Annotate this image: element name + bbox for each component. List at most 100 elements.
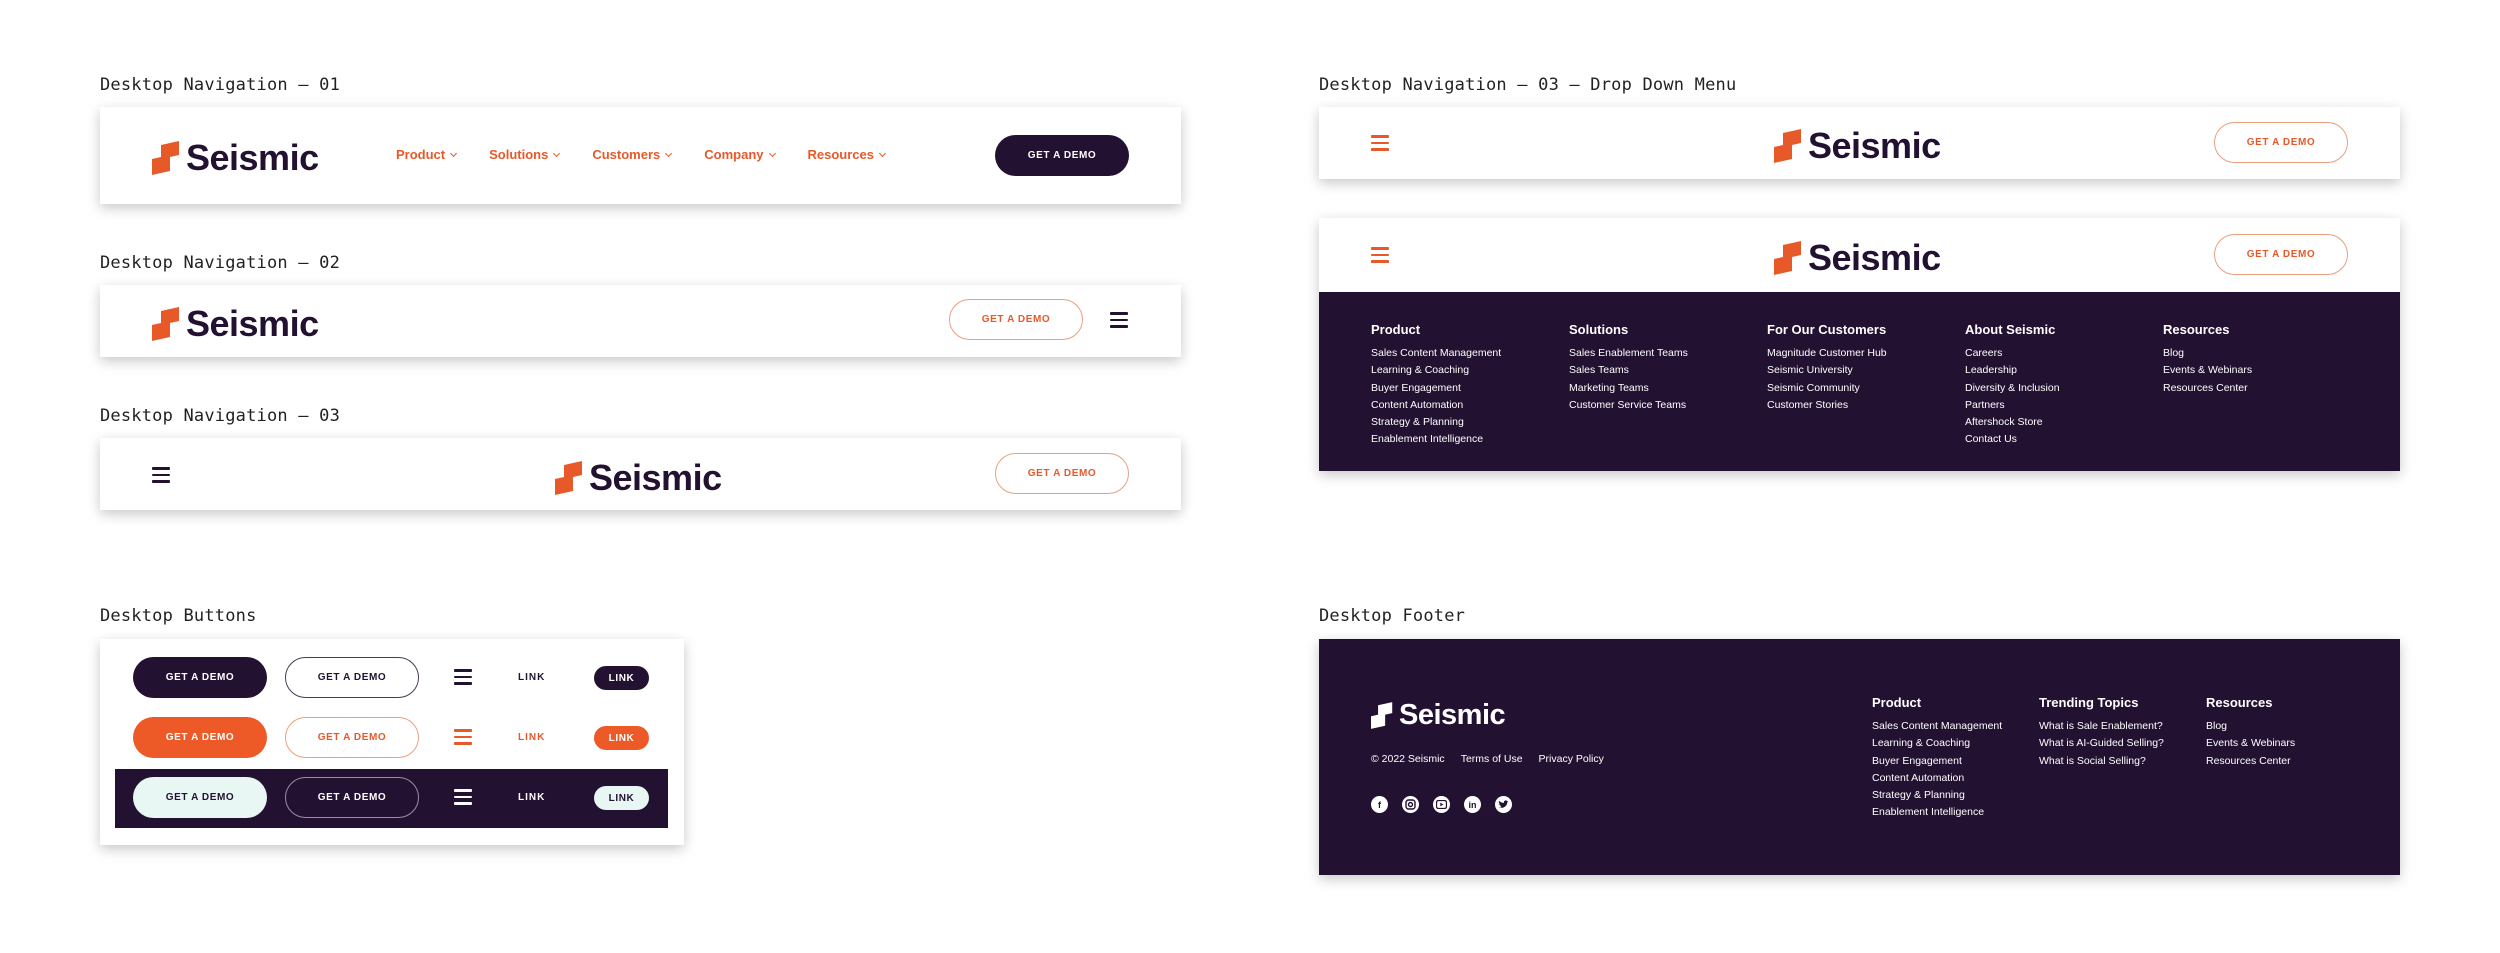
- nav-link-product[interactable]: Product: [396, 147, 458, 162]
- seismic-footer-logo[interactable]: Seismic: [1371, 699, 1506, 732]
- dropdown-link[interactable]: Careers: [1965, 345, 2060, 362]
- dropdown-link[interactable]: Seismic University: [1767, 362, 1887, 379]
- footer-link[interactable]: Blog: [2206, 718, 2295, 735]
- section-label-nav-02: Desktop Navigation – 02: [100, 253, 341, 273]
- dropdown-link[interactable]: Events & Webinars: [2163, 362, 2252, 379]
- social-links: f in: [1371, 796, 1512, 813]
- footer-link[interactable]: Sales Content Management: [1872, 718, 2002, 735]
- link-text[interactable]: LINK: [518, 672, 545, 683]
- seismic-logo[interactable]: Seismic: [152, 137, 319, 179]
- footer-link[interactable]: What is AI-Guided Selling?: [2039, 735, 2164, 752]
- dropdown-link[interactable]: Diversity & Inclusion: [1965, 380, 2060, 397]
- seismic-logo-mark-icon: [1371, 702, 1393, 729]
- dropdown-column-title: Solutions: [1569, 322, 1629, 337]
- hamburger-menu-icon[interactable]: [454, 669, 472, 685]
- dropdown-link[interactable]: Customer Service Teams: [1569, 397, 1688, 414]
- get-a-demo-button-orange[interactable]: GET A DEMO: [133, 717, 267, 758]
- facebook-icon[interactable]: f: [1371, 796, 1388, 813]
- footer-link[interactable]: Events & Webinars: [2206, 735, 2295, 752]
- twitter-icon[interactable]: [1495, 796, 1512, 813]
- get-a-demo-button[interactable]: GET A DEMO: [2214, 234, 2348, 275]
- get-a-demo-button-light[interactable]: GET A DEMO: [133, 777, 267, 818]
- chevron-down-icon: [878, 149, 887, 157]
- seismic-logo[interactable]: Seismic: [1774, 237, 1941, 279]
- dropdown-link[interactable]: Enablement Intelligence: [1371, 431, 1501, 448]
- dropdown-link[interactable]: Buyer Engagement: [1371, 380, 1501, 397]
- dropdown-link[interactable]: Magnitude Customer Hub: [1767, 345, 1887, 362]
- link-pill-light[interactable]: LINK: [594, 786, 649, 810]
- link-pill-dark[interactable]: LINK: [594, 666, 649, 690]
- footer-column-trending-topics: Trending Topics What is Sale Enablement?…: [2039, 695, 2164, 770]
- footer-column-title: Resources: [2206, 695, 2273, 710]
- terms-of-use-link[interactable]: Terms of Use: [1461, 753, 1523, 765]
- footer-link[interactable]: What is Social Selling?: [2039, 753, 2164, 770]
- dropdown-link[interactable]: Strategy & Planning: [1371, 414, 1501, 431]
- hamburger-menu-icon[interactable]: [454, 789, 472, 805]
- hamburger-menu-icon[interactable]: [1371, 135, 1389, 151]
- dropdown-link[interactable]: Leadership: [1965, 362, 2060, 379]
- dropdown-column-title: Product: [1371, 322, 1421, 337]
- get-a-demo-button[interactable]: GET A DEMO: [2214, 122, 2348, 163]
- linkedin-icon[interactable]: in: [1464, 796, 1481, 813]
- section-label-nav-03-dropdown: Desktop Navigation – 03 – Drop Down Menu: [1319, 75, 1737, 95]
- get-a-demo-button[interactable]: GET A DEMO: [995, 135, 1129, 176]
- dropdown-link[interactable]: Sales Content Management: [1371, 345, 1501, 362]
- hamburger-menu-icon[interactable]: [1371, 247, 1389, 263]
- dropdown-link[interactable]: Sales Enablement Teams: [1569, 345, 1688, 362]
- dropdown-link[interactable]: Learning & Coaching: [1371, 362, 1501, 379]
- footer-link[interactable]: Content Automation: [1872, 770, 2002, 787]
- seismic-logo[interactable]: Seismic: [152, 303, 319, 345]
- nav-01-bar: Seismic Product Solutions Customers Comp…: [100, 107, 1181, 204]
- dropdown-link[interactable]: Resources Center: [2163, 380, 2252, 397]
- nav-link-solutions[interactable]: Solutions: [489, 147, 561, 162]
- hamburger-menu-icon[interactable]: [1110, 312, 1128, 328]
- seismic-logo[interactable]: Seismic: [555, 457, 722, 499]
- nav-link-resources[interactable]: Resources: [808, 147, 887, 162]
- nav-02-bar: Seismic GET A DEMO: [100, 285, 1181, 357]
- seismic-logo-wordmark: Seismic: [1399, 699, 1506, 731]
- dropdown-link[interactable]: Sales Teams: [1569, 362, 1688, 379]
- footer-link[interactable]: Resources Center: [2206, 753, 2295, 770]
- footer-link[interactable]: Learning & Coaching: [1872, 735, 2002, 752]
- section-label-nav-03: Desktop Navigation – 03: [100, 406, 341, 426]
- link-text-white[interactable]: LINK: [518, 792, 545, 803]
- nav-link-company[interactable]: Company: [704, 147, 776, 162]
- dropdown-link[interactable]: Customer Stories: [1767, 397, 1887, 414]
- dropdown-link[interactable]: Seismic Community: [1767, 380, 1887, 397]
- link-text-orange[interactable]: LINK: [518, 732, 545, 743]
- seismic-logo-mark-icon: [152, 141, 179, 175]
- get-a-demo-button-outline[interactable]: GET A DEMO: [285, 657, 419, 698]
- youtube-icon[interactable]: [1433, 796, 1450, 813]
- dropdown-link[interactable]: Aftershock Store: [1965, 414, 2060, 431]
- footer-column-title: Product: [1872, 695, 1922, 710]
- buttons-panel: GET A DEMO GET A DEMO LINK LINK GET A DE…: [100, 639, 684, 845]
- seismic-logo-wordmark: Seismic: [186, 137, 319, 178]
- dropdown-link[interactable]: Blog: [2163, 345, 2252, 362]
- footer-legal: © 2022 Seismic Terms of Use Privacy Poli…: [1371, 753, 1604, 765]
- get-a-demo-button-dark[interactable]: GET A DEMO: [133, 657, 267, 698]
- dropdown-link[interactable]: Marketing Teams: [1569, 380, 1688, 397]
- privacy-policy-link[interactable]: Privacy Policy: [1539, 753, 1604, 765]
- dropdown-column-solutions: Solutions Sales Enablement Teams Sales T…: [1569, 322, 1688, 414]
- get-a-demo-button[interactable]: GET A DEMO: [949, 299, 1083, 340]
- dropdown-link[interactable]: Contact Us: [1965, 431, 2060, 448]
- section-label-footer: Desktop Footer: [1319, 606, 1466, 626]
- footer-link[interactable]: Enablement Intelligence: [1872, 804, 2002, 821]
- dropdown-column-title: Resources: [2163, 322, 2230, 337]
- footer-link[interactable]: Strategy & Planning: [1872, 787, 2002, 804]
- footer-link[interactable]: Buyer Engagement: [1872, 753, 2002, 770]
- instagram-icon[interactable]: [1402, 796, 1419, 813]
- dropdown-link[interactable]: Content Automation: [1371, 397, 1501, 414]
- hamburger-menu-icon[interactable]: [454, 729, 472, 745]
- nav-link-customers[interactable]: Customers: [592, 147, 673, 162]
- footer-column-title: Trending Topics: [2039, 695, 2139, 710]
- get-a-demo-button-outline-white[interactable]: GET A DEMO: [285, 777, 419, 818]
- link-pill-orange[interactable]: LINK: [594, 726, 649, 750]
- get-a-demo-button-outline-orange[interactable]: GET A DEMO: [285, 717, 419, 758]
- footer-link[interactable]: What is Sale Enablement?: [2039, 718, 2164, 735]
- dropdown-column-product: Product Sales Content Management Learnin…: [1371, 322, 1501, 449]
- get-a-demo-button[interactable]: GET A DEMO: [995, 453, 1129, 494]
- dropdown-link[interactable]: Partners: [1965, 397, 2060, 414]
- seismic-logo[interactable]: Seismic: [1774, 125, 1941, 167]
- hamburger-menu-icon[interactable]: [152, 467, 170, 483]
